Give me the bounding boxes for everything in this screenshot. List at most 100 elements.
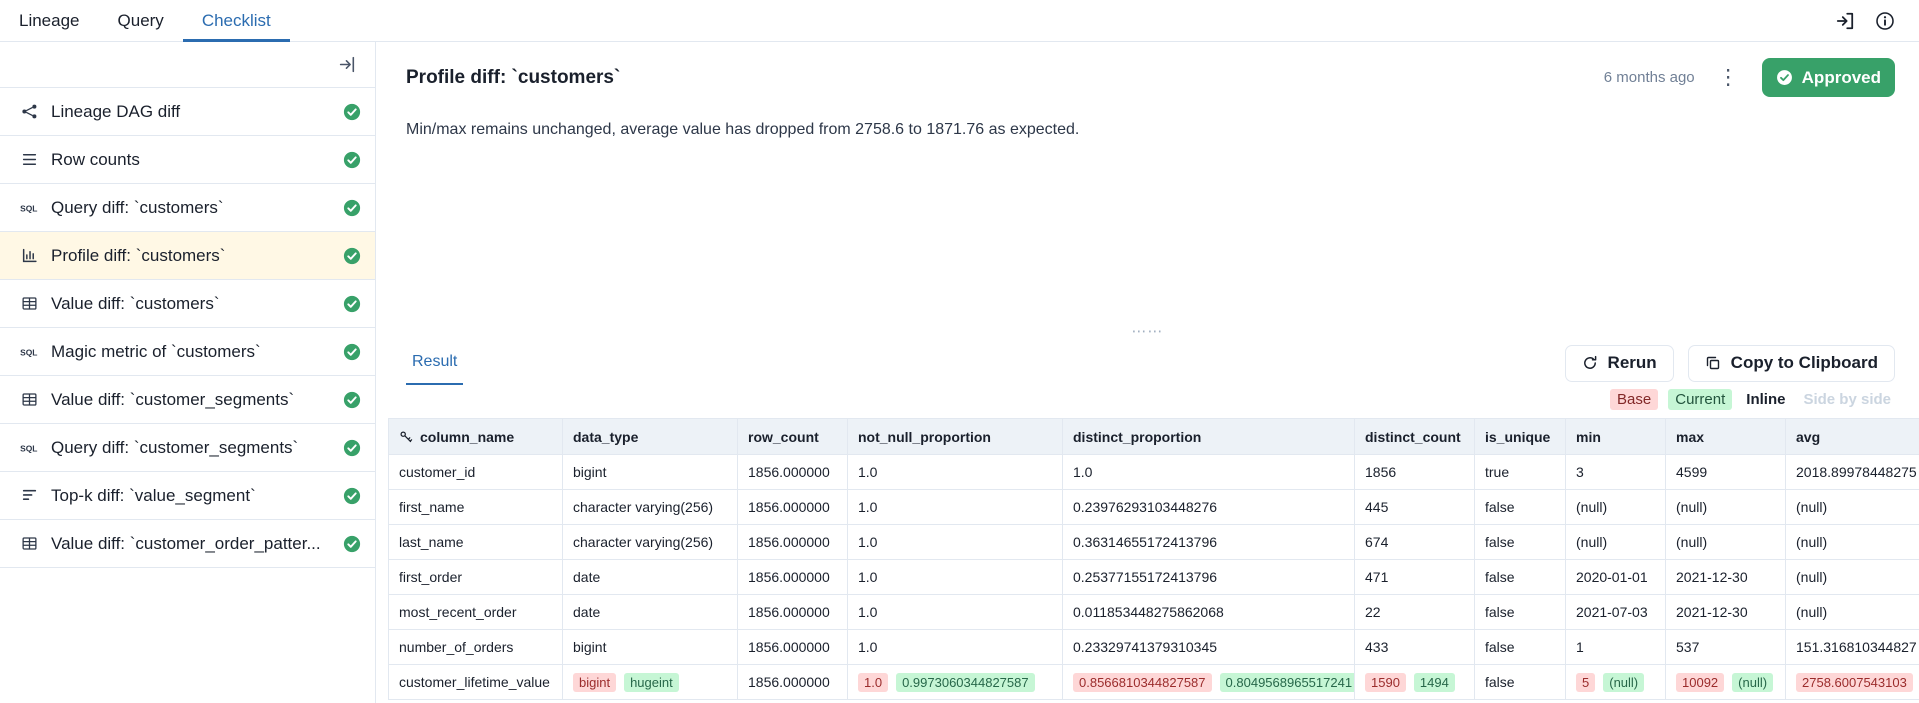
checklist-item-label: Top-k diff: `value_segment` <box>51 486 332 506</box>
cell-avg: (null) <box>1786 525 1919 560</box>
cell-is-unique: false <box>1475 490 1566 525</box>
column-header-distinct-count: distinct_count <box>1355 419 1475 455</box>
cell-distinct-proportion: 0.36314655172413796 <box>1063 525 1355 560</box>
top-k-icon <box>18 487 40 504</box>
diff-legend: Base Current Inline Side by side <box>376 387 1919 418</box>
checklist-item-row-counts[interactable]: Row counts <box>0 136 375 184</box>
base-value-badge: 10092 <box>1676 673 1724 692</box>
base-value-badge: bigint <box>573 673 616 692</box>
inline-view-toggle[interactable]: Inline <box>1742 389 1789 410</box>
result-panel: Result Rerun Copy to Clipboard <box>376 339 1919 703</box>
checklist-item-value-diff-customer-order-patter[interactable]: Value diff: `customer_order_patter... <box>0 520 375 568</box>
column-header-not-null-proportion: not_null_proportion <box>848 419 1063 455</box>
main-tabs: LineageQueryChecklist <box>0 0 290 41</box>
tab-checklist[interactable]: Checklist <box>183 0 290 41</box>
cell-max: 2021-12-30 <box>1666 560 1786 595</box>
checklist-item-query-diff-customers[interactable]: SQLQuery diff: `customers` <box>0 184 375 232</box>
row-counts-icon <box>18 151 40 168</box>
checklist-sidebar: Lineage DAG diffRow countsSQLQuery diff:… <box>0 42 376 703</box>
cell-distinct-proportion: 0.23329741379310345 <box>1063 630 1355 665</box>
cell-distinct-proportion: 0.25377155172413796 <box>1063 560 1355 595</box>
cell-distinct-count: 15901494 <box>1355 665 1475 700</box>
cell-data-type: bigint <box>563 455 738 490</box>
tab-query[interactable]: Query <box>99 0 183 41</box>
current-legend-badge: Current <box>1668 389 1732 410</box>
cell-not-null-proportion: 1.0 <box>848 455 1063 490</box>
base-value-badge: 0.8566810344827587 <box>1073 673 1212 692</box>
tab-result[interactable]: Result <box>406 341 463 385</box>
cell-min: (null) <box>1566 525 1666 560</box>
cell-distinct-count: 471 <box>1355 560 1475 595</box>
sign-out-icon[interactable] <box>1835 11 1855 31</box>
panel-splitter[interactable]: ⋯⋯ <box>376 323 1919 339</box>
page-title: Profile diff: `customers` <box>406 67 620 89</box>
cell-distinct-proportion: 0.23976293103448276 <box>1063 490 1355 525</box>
cell-not-null-proportion: 1.00.9973060344827587 <box>848 665 1063 700</box>
checklist-item-label: Value diff: `customer_segments` <box>51 390 332 410</box>
info-icon[interactable] <box>1875 11 1895 31</box>
column-header-min: min <box>1566 419 1666 455</box>
table-row: most_recent_orderdate1856.0000001.00.011… <box>389 595 1919 630</box>
rerun-button[interactable]: Rerun <box>1565 345 1674 382</box>
current-value-badge: 0.8049568965517241 <box>1220 673 1355 692</box>
cell-is-unique: false <box>1475 595 1566 630</box>
checklist-item-lineage-dag-diff[interactable]: Lineage DAG diff <box>0 88 375 136</box>
app-content: Lineage DAG diffRow countsSQLQuery diff:… <box>0 42 1919 703</box>
key-icon <box>399 430 413 444</box>
sql-icon: SQL <box>18 200 40 215</box>
cell-max: (null) <box>1666 490 1786 525</box>
side-by-side-view-toggle[interactable]: Side by side <box>1799 389 1895 410</box>
cell-data-type: bigint <box>563 630 738 665</box>
cell-is-unique: false <box>1475 665 1566 700</box>
approved-button[interactable]: Approved <box>1762 58 1895 97</box>
cell-max: 4599 <box>1666 455 1786 490</box>
table-row: first_namecharacter varying(256)1856.000… <box>389 490 1919 525</box>
cell-row-count: 1856.000000 <box>738 665 848 700</box>
cell-column-name: customer_lifetime_value <box>389 665 563 700</box>
kebab-menu-icon[interactable]: ⋮ <box>1715 67 1742 88</box>
checklist-item-magic-metric-of-customers[interactable]: SQL Magic metric of `customers` <box>0 328 375 376</box>
table-row: number_of_ordersbigint1856.0000001.00.23… <box>389 630 1919 665</box>
check-circle-icon <box>343 103 361 121</box>
collapse-sidebar-icon[interactable] <box>338 55 357 74</box>
cell-avg: 2758.6007543103 <box>1786 665 1919 700</box>
svg-text:SQL: SQL <box>20 348 37 358</box>
cell-max: 537 <box>1666 630 1786 665</box>
check-description: Min/max remains unchanged, average value… <box>406 121 1895 139</box>
checklist-item-label: Query diff: `customer_segments` <box>51 438 332 458</box>
cell-is-unique: false <box>1475 560 1566 595</box>
topbar-actions <box>1835 0 1919 41</box>
tab-lineage[interactable]: Lineage <box>0 0 99 41</box>
cell-distinct-count: 433 <box>1355 630 1475 665</box>
base-legend-badge: Base <box>1610 389 1658 410</box>
checklist-item-value-diff-customers[interactable]: Value diff: `customers` <box>0 280 375 328</box>
checklist-item-profile-diff-customers[interactable]: Profile diff: `customers` <box>0 232 375 280</box>
checklist-item-label: Magic metric of `customers` <box>51 342 332 362</box>
table-row: customer_lifetime_valuebiginthugeint1856… <box>389 665 1919 700</box>
cell-column-name: number_of_orders <box>389 630 563 665</box>
checklist-item-top-k-diff-value-segment[interactable]: Top-k diff: `value_segment` <box>0 472 375 520</box>
base-value-badge: 5 <box>1576 673 1595 692</box>
checklist-item-value-diff-customer-segments[interactable]: Value diff: `customer_segments` <box>0 376 375 424</box>
checklist-item-query-diff-customer-segments[interactable]: SQL Query diff: `customer_segments` <box>0 424 375 472</box>
sidebar-header <box>0 42 375 88</box>
check-circle-icon <box>343 391 361 409</box>
cell-data-type: biginthugeint <box>563 665 738 700</box>
svg-text:SQL: SQL <box>20 444 37 454</box>
column-header-is-unique: is_unique <box>1475 419 1566 455</box>
cell-avg: (null) <box>1786 560 1919 595</box>
copy-to-clipboard-button[interactable]: Copy to Clipboard <box>1688 345 1895 382</box>
splitter-handle-icon: ⋯⋯ <box>1132 322 1164 340</box>
cell-min: 3 <box>1566 455 1666 490</box>
cell-data-type: character varying(256) <box>563 490 738 525</box>
cell-distinct-count: 445 <box>1355 490 1475 525</box>
cell-data-type: character varying(256) <box>563 525 738 560</box>
check-detail-panel: Profile diff: `customers` 6 months ago ⋮… <box>376 42 1919 323</box>
timestamp: 6 months ago <box>1604 69 1695 86</box>
cell-min: (null) <box>1566 490 1666 525</box>
cell-not-null-proportion: 1.0 <box>848 490 1063 525</box>
result-table-scroll[interactable]: column_namedata_typerow_countnot_null_pr… <box>388 418 1919 703</box>
rerun-icon <box>1582 355 1598 371</box>
cell-column-name: most_recent_order <box>389 595 563 630</box>
check-circle-icon <box>343 535 361 553</box>
